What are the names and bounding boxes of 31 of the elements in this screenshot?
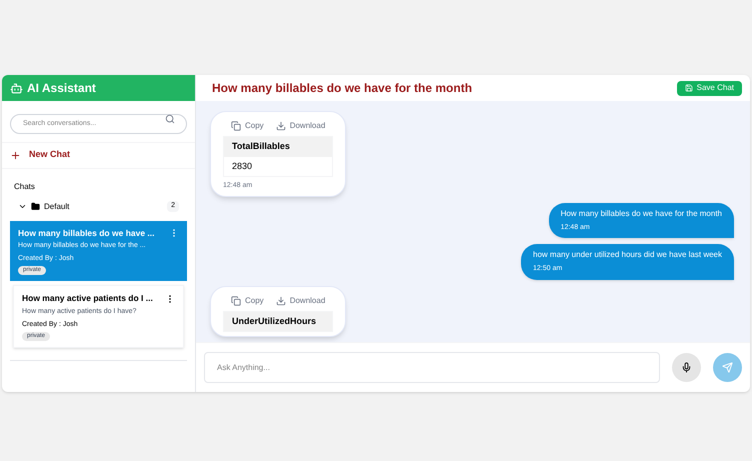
chevron-icon[interactable] [18, 202, 27, 211]
download-icon [276, 121, 286, 131]
folder-name[interactable]: Default [44, 200, 164, 212]
chat-title: How many active patients do I ... [22, 292, 153, 305]
save-chat-button[interactable]: Save Chat [676, 80, 742, 96]
copy-button[interactable]: Copy [231, 294, 264, 306]
section-label: Chats [13, 180, 36, 192]
chat-title: How many billables do we have ... [18, 226, 155, 240]
table-header: UnderUtilizedHours [224, 312, 332, 331]
save-icon [684, 84, 693, 92]
chat-title-heading: How many billables do we have for the month [212, 80, 472, 97]
app-title: AI Assistant [27, 80, 96, 97]
send-icon [722, 362, 733, 373]
robot-icon [10, 82, 23, 94]
microphone-button[interactable] [672, 353, 701, 382]
copy-icon [231, 121, 241, 131]
download-button[interactable]: Download [276, 120, 326, 132]
copy-icon [231, 296, 241, 306]
search-icon [165, 114, 175, 124]
message-text: How many billables do we have for the month [560, 208, 722, 220]
microphone-icon [681, 362, 692, 373]
copy-button[interactable]: Copy [231, 120, 264, 132]
folder-icon [31, 202, 40, 211]
download-button[interactable]: Download [276, 294, 326, 306]
table-cell-text: 2830 [231, 160, 254, 172]
download-icon [276, 296, 286, 306]
new-chat-button[interactable]: New Chat [2, 142, 195, 168]
table-header: TotalBillables [224, 137, 332, 156]
message-input[interactable]: Ask Anything... [204, 352, 660, 383]
message-text: how many under utilized hours did we have last week [533, 249, 722, 261]
plus-icon [10, 150, 21, 160]
